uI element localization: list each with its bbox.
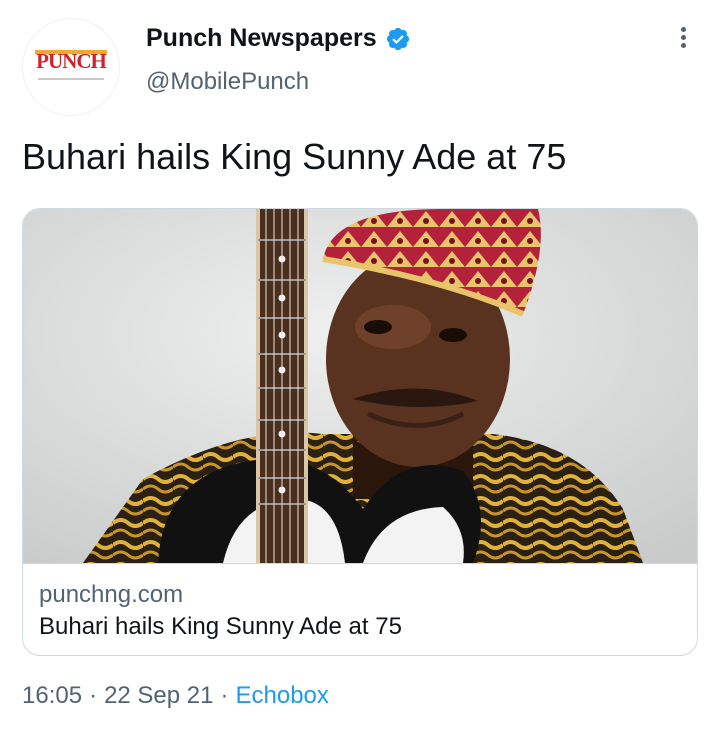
more-options-icon[interactable] bbox=[670, 24, 696, 54]
tweet-source-link[interactable]: Echobox bbox=[236, 682, 329, 710]
meta-separator: · bbox=[220, 682, 229, 709]
meta-separator: · bbox=[89, 682, 98, 709]
more-dot bbox=[680, 27, 686, 32]
link-card[interactable]: punchng.com Buhari hails King Sunny Ade … bbox=[22, 208, 698, 656]
display-name[interactable]: Punch Newspapers bbox=[146, 24, 377, 53]
tweet-date[interactable]: 22 Sep 21 bbox=[104, 682, 213, 710]
card-image[interactable] bbox=[23, 209, 697, 563]
logo-tagline-line bbox=[38, 78, 104, 80]
card-title: Buhari hails King Sunny Ade at 75 bbox=[39, 613, 402, 640]
card-divider bbox=[23, 563, 697, 564]
more-dot bbox=[680, 35, 686, 40]
tweet-time[interactable]: 16:05 bbox=[22, 682, 82, 710]
tweet-text: Buhari hails King Sunny Ade at 75 bbox=[22, 136, 567, 177]
more-dot bbox=[680, 43, 686, 48]
avatar[interactable]: PUNCH bbox=[22, 18, 120, 116]
author-name-row: Punch Newspapers bbox=[146, 24, 411, 53]
verified-badge-icon bbox=[386, 27, 409, 50]
tweet-meta: 16:05 · 22 Sep 21 · Echobox bbox=[22, 682, 329, 710]
author-handle[interactable]: @MobilePunch bbox=[146, 68, 309, 96]
card-domain: punchng.com bbox=[39, 581, 184, 608]
punch-logo: PUNCH bbox=[36, 49, 107, 73]
